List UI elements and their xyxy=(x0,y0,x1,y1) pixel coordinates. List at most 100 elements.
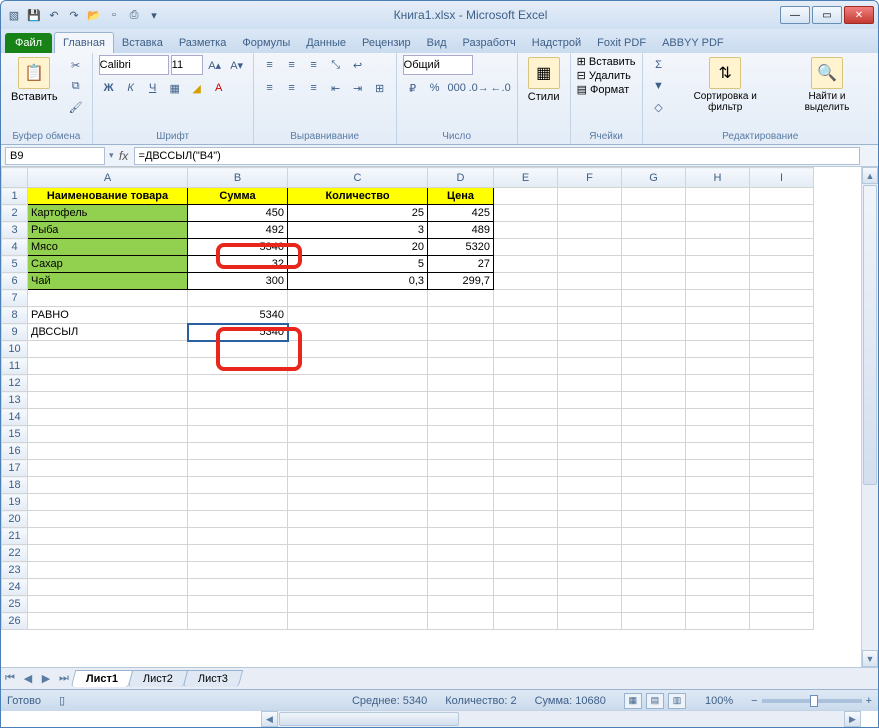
col-header-g[interactable]: G xyxy=(622,168,686,188)
scroll-right-icon[interactable]: ▶ xyxy=(844,711,861,727)
percent-icon[interactable]: % xyxy=(425,78,445,98)
row-header[interactable]: 14 xyxy=(2,409,28,426)
font-size-input[interactable] xyxy=(171,55,203,75)
sheet-tab[interactable]: Лист3 xyxy=(183,670,244,687)
cell[interactable]: 300 xyxy=(188,273,288,290)
copy-icon[interactable]: ⧉ xyxy=(66,76,86,96)
row-header[interactable]: 24 xyxy=(2,579,28,596)
col-header-d[interactable]: D xyxy=(428,168,494,188)
row-header[interactable]: 9 xyxy=(2,324,28,341)
cell[interactable]: 20 xyxy=(288,239,428,256)
delete-cells-button[interactable]: ⊟Удалить xyxy=(577,69,631,82)
currency-icon[interactable]: ₽ xyxy=(403,78,423,98)
cell[interactable]: 27 xyxy=(428,256,494,273)
row-header[interactable]: 3 xyxy=(2,222,28,239)
row-header[interactable]: 1 xyxy=(2,188,28,205)
format-painter-icon[interactable]: 🖌 xyxy=(66,97,86,117)
row-header[interactable]: 16 xyxy=(2,443,28,460)
fx-icon[interactable]: fx xyxy=(114,149,134,163)
row-header[interactable]: 15 xyxy=(2,426,28,443)
vertical-scrollbar[interactable]: ▲ ▼ xyxy=(861,167,878,667)
row-header[interactable]: 10 xyxy=(2,341,28,358)
row-header[interactable]: 21 xyxy=(2,528,28,545)
italic-icon[interactable]: К xyxy=(121,78,141,98)
tab-developer[interactable]: Разработч xyxy=(455,33,524,53)
tab-insert[interactable]: Вставка xyxy=(114,33,171,53)
col-header-i[interactable]: I xyxy=(750,168,814,188)
insert-cells-button[interactable]: ⊞Вставить xyxy=(577,55,636,68)
horizontal-scrollbar[interactable]: ◀ ▶ xyxy=(261,710,861,727)
cell[interactable]: 492 xyxy=(188,222,288,239)
cell[interactable]: Количество xyxy=(288,188,428,205)
align-middle-icon[interactable]: ≡ xyxy=(282,55,302,75)
col-header-a[interactable]: A xyxy=(28,168,188,188)
row-header[interactable]: 7 xyxy=(2,290,28,307)
undo-icon[interactable]: ↶ xyxy=(45,6,63,24)
cell[interactable]: Наименование товара xyxy=(28,188,188,205)
styles-button[interactable]: ▦ Стили xyxy=(524,55,564,105)
row-header[interactable]: 23 xyxy=(2,562,28,579)
sheet-nav-prev-icon[interactable]: ◀ xyxy=(19,672,37,685)
clear-icon[interactable]: ◇ xyxy=(649,97,669,117)
qat-dropdown-icon[interactable]: ▾ xyxy=(145,6,163,24)
tab-formulas[interactable]: Формулы xyxy=(234,33,298,53)
redo-icon[interactable]: ↷ xyxy=(65,6,83,24)
indent-dec-icon[interactable]: ⇤ xyxy=(326,78,346,98)
align-left-icon[interactable]: ≡ xyxy=(260,78,280,98)
print-icon[interactable]: ⎙ xyxy=(125,6,143,24)
tab-view[interactable]: Вид xyxy=(419,33,455,53)
zoom-in-icon[interactable]: + xyxy=(866,695,872,707)
align-right-icon[interactable]: ≡ xyxy=(304,78,324,98)
active-cell[interactable]: 5340 xyxy=(188,324,288,341)
number-format-select[interactable] xyxy=(403,55,473,75)
tab-review[interactable]: Рецензир xyxy=(354,33,419,53)
scroll-up-icon[interactable]: ▲ xyxy=(862,167,878,184)
cell[interactable]: Картофель xyxy=(28,205,188,222)
cell[interactable]: Цена xyxy=(428,188,494,205)
row-header[interactable]: 19 xyxy=(2,494,28,511)
name-box[interactable]: B9 xyxy=(5,147,105,165)
select-all-corner[interactable] xyxy=(2,168,28,188)
macro-record-icon[interactable]: ▯ xyxy=(59,694,65,707)
view-normal-icon[interactable]: ▦ xyxy=(624,693,642,709)
scroll-thumb[interactable] xyxy=(863,185,877,485)
new-icon[interactable]: ▫ xyxy=(105,6,123,24)
row-header[interactable]: 20 xyxy=(2,511,28,528)
grow-font-icon[interactable]: A▴ xyxy=(205,55,225,75)
row-header[interactable]: 13 xyxy=(2,392,28,409)
cell[interactable]: 3 xyxy=(288,222,428,239)
sheet-nav-last-icon[interactable]: ⏭ xyxy=(55,672,73,685)
font-color-icon[interactable]: A xyxy=(209,78,229,98)
tab-layout[interactable]: Разметка xyxy=(171,33,235,53)
cell[interactable]: Мясо xyxy=(28,239,188,256)
row-header[interactable]: 25 xyxy=(2,596,28,613)
row-header[interactable]: 18 xyxy=(2,477,28,494)
comma-icon[interactable]: 000 xyxy=(447,78,467,98)
wrap-text-icon[interactable]: ↩ xyxy=(348,55,368,75)
cell[interactable]: Рыба xyxy=(28,222,188,239)
scroll-down-icon[interactable]: ▼ xyxy=(862,650,878,667)
zoom-out-icon[interactable]: − xyxy=(751,695,757,707)
sort-filter-button[interactable]: ⇅ Сортировка и фильтр xyxy=(673,55,778,115)
worksheet-grid[interactable]: A B C D E F G H I 1 Наименование товара … xyxy=(1,167,878,667)
row-header[interactable]: 17 xyxy=(2,460,28,477)
decimal-inc-icon[interactable]: .0→ xyxy=(469,78,489,98)
sheet-nav-next-icon[interactable]: ▶ xyxy=(37,672,55,685)
row-header[interactable]: 5 xyxy=(2,256,28,273)
paste-button[interactable]: 📋 Вставить xyxy=(7,55,62,105)
indent-inc-icon[interactable]: ⇥ xyxy=(348,78,368,98)
cell[interactable]: 5 xyxy=(288,256,428,273)
row-header[interactable]: 26 xyxy=(2,613,28,630)
view-page-layout-icon[interactable]: ▤ xyxy=(646,693,664,709)
cell[interactable]: 5340 xyxy=(188,307,288,324)
row-header[interactable]: 12 xyxy=(2,375,28,392)
cell[interactable]: 5340 xyxy=(188,239,288,256)
shrink-font-icon[interactable]: A▾ xyxy=(227,55,247,75)
tab-foxit[interactable]: Foxit PDF xyxy=(589,33,654,53)
col-header-h[interactable]: H xyxy=(686,168,750,188)
row-header[interactable]: 22 xyxy=(2,545,28,562)
col-header-b[interactable]: B xyxy=(188,168,288,188)
zoom-slider[interactable]: − + xyxy=(751,695,872,707)
find-select-button[interactable]: 🔍 Найти и выделить xyxy=(782,55,872,115)
cell[interactable]: 299,7 xyxy=(428,273,494,290)
